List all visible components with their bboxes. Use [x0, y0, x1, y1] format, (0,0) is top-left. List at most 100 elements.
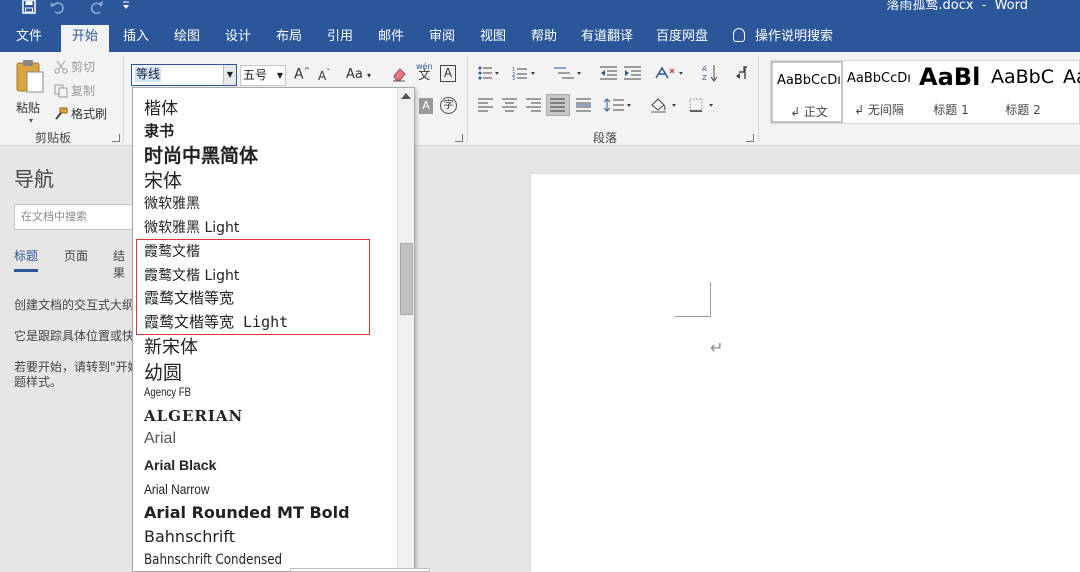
font-option[interactable]: 霞鹜文楷等宽 Light [144, 311, 288, 332]
character-border-button[interactable]: A [440, 65, 456, 82]
font-option[interactable]: Arial Rounded MT Bold [144, 503, 350, 522]
font-option[interactable]: 楷体 [144, 94, 178, 119]
tab-design[interactable]: 设计 [216, 25, 260, 52]
enclose-characters-button[interactable]: 字 [440, 97, 457, 114]
font-option[interactable]: Arial Narrow [144, 481, 209, 497]
style-heading-1[interactable]: AaBl 标题 1 [915, 61, 987, 123]
font-size-value[interactable]: 五号 [243, 68, 267, 82]
paste-button[interactable]: 粘贴 ▾ [15, 58, 47, 125]
tab-mailings[interactable]: 邮件 [369, 25, 413, 52]
bullets-button[interactable] [478, 66, 500, 83]
format-painter-button[interactable]: 格式刷 [54, 105, 107, 122]
cut-button[interactable]: 剪切 [54, 58, 95, 75]
font-option[interactable]: 微软雅黑 Light [144, 217, 239, 237]
paragraph-launcher-icon[interactable] [746, 134, 754, 142]
decrease-indent-button[interactable] [600, 66, 618, 83]
align-left-button[interactable] [478, 98, 494, 115]
copy-button[interactable]: 复制 [54, 82, 95, 99]
dropdown-resize-handle[interactable] [290, 568, 430, 572]
font-option[interactable]: 霞鹜文楷 [144, 241, 200, 261]
tab-insert[interactable]: 插入 [114, 25, 158, 52]
font-option[interactable]: 霞鹜文楷等宽 [144, 287, 234, 308]
font-option[interactable]: Agency FB [144, 385, 191, 399]
paste-dropdown-icon[interactable]: ▾ [15, 116, 47, 125]
grow-font-button[interactable]: A^ [294, 66, 310, 83]
tab-youdao[interactable]: 有道翻译 [576, 25, 638, 52]
tab-references[interactable]: 引用 [318, 25, 362, 52]
scissors-icon [54, 60, 68, 74]
tab-baidu-netdisk[interactable]: 百度网盘 [650, 25, 714, 52]
font-size-dropdown-icon[interactable]: ▼ [277, 66, 283, 85]
font-dropdown-list[interactable]: 楷体 隶书 时尚中黑简体 宋体 微软雅黑 微软雅黑 Light 霞鹜文楷 霞鹜文… [132, 87, 415, 572]
style-no-spacing[interactable]: AaBbCcDı ↲ 无间隔 [843, 61, 915, 123]
style-preview: AaBbCcDı [777, 73, 841, 88]
numbering-button[interactable]: 123 [512, 66, 538, 83]
document-page[interactable] [531, 174, 1080, 572]
font-launcher-icon[interactable] [455, 134, 463, 142]
font-option[interactable]: 微软雅黑 [144, 193, 200, 213]
nav-tab-headings[interactable]: 标题 [14, 247, 39, 272]
nav-tab-pages[interactable]: 页面 [64, 247, 88, 264]
save-icon[interactable] [22, 0, 36, 22]
nav-pane-title: 导航 [14, 167, 54, 191]
change-case-button[interactable]: Aa ▾ [346, 67, 371, 82]
tab-draw[interactable]: 绘图 [165, 25, 209, 52]
font-dropdown-arrow-icon[interactable]: ▼ [223, 65, 236, 85]
font-size-combobox[interactable]: 五号 ▼ [240, 65, 286, 86]
group-divider [467, 56, 468, 142]
undo-icon[interactable] [50, 0, 66, 22]
style-normal[interactable]: AaBbCcDı ↲ 正文 [771, 61, 843, 123]
ribbon-tabs: 文件 开始 插入 绘图 设计 布局 引用 邮件 审阅 视图 帮助 有道翻译 百度… [0, 22, 1080, 52]
shrink-font-button[interactable]: Aˇ [318, 68, 330, 83]
dropdown-scrollbar[interactable] [397, 88, 414, 571]
style-title[interactable]: Aa [1059, 61, 1080, 123]
font-option[interactable]: ALGERIAN [144, 407, 243, 425]
chinese-layout-button[interactable] [655, 66, 685, 83]
font-option[interactable]: 霞鹜文楷 Light [144, 265, 239, 285]
tab-review[interactable]: 审阅 [420, 25, 464, 52]
font-name-combobox[interactable]: 等线 ▼ [131, 64, 237, 86]
font-option[interactable]: 宋体 [144, 166, 182, 193]
phonetic-guide-button[interactable]: wén 文 [416, 62, 433, 81]
font-option[interactable]: Bahnschrift [144, 527, 235, 546]
tab-home[interactable]: 开始 [61, 25, 109, 52]
font-option[interactable]: Arial [144, 430, 176, 448]
customize-qat-icon[interactable] [122, 0, 130, 22]
styles-gallery: AaBbCcDı ↲ 正文 AaBbCcDı ↲ 无间隔 AaBl 标题 1 A… [770, 60, 1080, 124]
clear-formatting-button[interactable] [391, 66, 407, 85]
font-option[interactable]: 时尚中黑简体 [144, 141, 258, 168]
font-name-value[interactable]: 等线 [135, 67, 162, 82]
tab-file[interactable]: 文件 [6, 25, 52, 52]
shading-button[interactable] [650, 97, 680, 116]
font-option[interactable]: Bahnschrift Condensed [144, 552, 282, 568]
borders-button[interactable] [689, 98, 719, 115]
clipboard-launcher-icon[interactable] [112, 134, 120, 142]
distributed-button[interactable] [576, 98, 592, 115]
eraser-icon [393, 68, 406, 82]
paragraph-mark: ↵ [710, 338, 724, 357]
margin-marker [675, 316, 711, 317]
tab-layout[interactable]: 布局 [267, 25, 311, 52]
justify-button[interactable] [546, 94, 570, 116]
character-shading-button[interactable]: A [419, 98, 433, 114]
tab-help[interactable]: 帮助 [522, 25, 566, 52]
line-spacing-button[interactable] [603, 98, 634, 115]
align-center-button[interactable] [502, 98, 518, 115]
font-option[interactable]: 新宋体 [144, 333, 198, 359]
nav-search-input[interactable]: 在文档中搜索 [14, 204, 136, 230]
multilevel-list-button[interactable] [554, 66, 584, 83]
tab-view[interactable]: 视图 [471, 25, 515, 52]
style-heading-2[interactable]: AaBbC 标题 2 [987, 61, 1059, 123]
font-option[interactable]: Arial Black [144, 457, 216, 473]
show-marks-button[interactable] [734, 66, 748, 84]
align-right-button[interactable] [526, 98, 542, 115]
tell-me-box[interactable]: 操作说明搜索 [733, 25, 833, 52]
redo-icon[interactable] [90, 0, 104, 22]
scroll-thumb[interactable] [400, 243, 413, 315]
font-option[interactable]: 幼圆 [144, 358, 182, 385]
sort-button[interactable]: AZ [702, 64, 718, 85]
scroll-up-arrow-icon[interactable] [401, 93, 411, 99]
increase-indent-button[interactable] [624, 66, 642, 83]
font-option[interactable]: 隶书 [144, 120, 174, 141]
format-painter-label: 格式刷 [71, 107, 108, 121]
